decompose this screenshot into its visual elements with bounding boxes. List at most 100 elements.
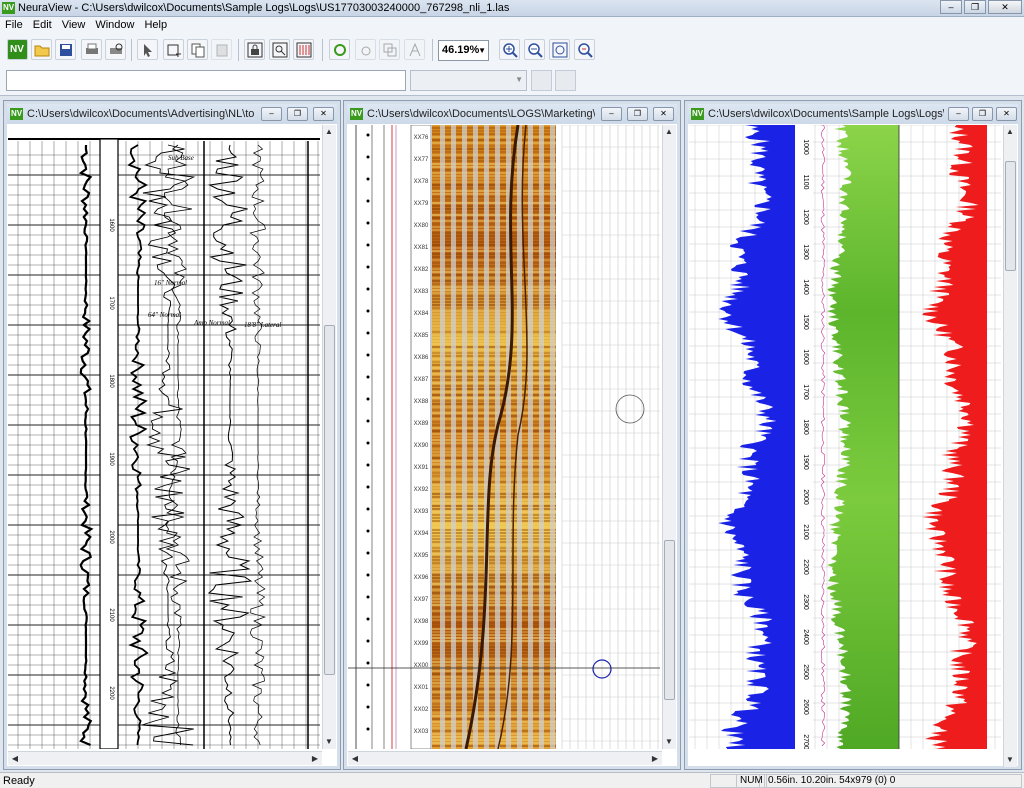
minimize-icon[interactable]: – (261, 107, 282, 121)
depth-label: 1900 (108, 452, 114, 466)
scroll-down-icon[interactable]: ▼ (663, 736, 675, 748)
window-caption: NV C:\Users\dwilcox\Documents\Sample Log… (688, 104, 1018, 124)
zoom-page-icon[interactable] (269, 39, 290, 60)
zoom-level-value: 46.19% (442, 44, 480, 56)
vertical-scrollbar[interactable]: ▲ ▼ (322, 125, 336, 749)
zoom-fit-icon[interactable] (549, 39, 570, 60)
dip-marker (366, 485, 370, 489)
depth-label: 2400 (802, 629, 809, 645)
track-tools-icon[interactable] (555, 70, 576, 91)
image-log-plot[interactable]: XX76 XX77 XX78 XX79 XX80 XX81 XX82 XX83 XX84 XX85… (348, 125, 660, 749)
copy-icon[interactable] (187, 39, 208, 60)
minimize-icon[interactable]: – (948, 107, 969, 121)
depth-label: 1300 (802, 244, 809, 260)
depth-label: 2500 (802, 664, 809, 680)
las-log-plot[interactable]: 1000 1100 1200 1300 1400 1500 1600 1700 1800 1900… (689, 125, 1001, 749)
track-selector-dropdown[interactable]: ▼ (410, 70, 527, 91)
close-icon[interactable]: ✕ (653, 107, 674, 121)
track-properties-icon[interactable] (531, 70, 552, 91)
horizontal-scrollbar[interactable]: ◀ ▶ (8, 751, 322, 765)
pointer-icon[interactable] (137, 39, 158, 60)
scroll-thumb[interactable] (1005, 161, 1016, 271)
scroll-thumb[interactable] (664, 540, 675, 700)
menu-view[interactable]: View (57, 17, 91, 31)
zoom-level-select[interactable]: 46.19% ▼ (438, 40, 489, 61)
pad-gap (550, 125, 555, 749)
scroll-left-icon[interactable]: ◀ (9, 753, 21, 765)
print-preview-icon[interactable] (105, 39, 126, 60)
minimize-icon[interactable]: – (601, 107, 622, 121)
vertical-scrollbar[interactable]: ▲ ▼ (662, 125, 676, 749)
restore-icon[interactable]: ❐ (287, 107, 308, 121)
dip-marker (366, 463, 370, 467)
depth-label: 1800 (108, 374, 114, 388)
menu-file[interactable]: File (0, 17, 28, 31)
dip-marker (366, 155, 370, 159)
overlay-icon[interactable] (379, 39, 400, 60)
window-title: C:\Users\dwilcox\Documents\Advertising\N… (27, 108, 255, 120)
scroll-right-icon[interactable]: ▶ (309, 753, 321, 765)
menu-window[interactable]: Window (90, 17, 139, 31)
pad-gap (528, 125, 533, 749)
curve-selector-input[interactable] (6, 70, 406, 91)
scroll-left-icon[interactable]: ◀ (349, 753, 361, 765)
vertical-scrollbar[interactable]: ▲ ▼ (1003, 125, 1017, 767)
depth-label: 2200 (802, 559, 809, 575)
restore-icon[interactable]: ❐ (964, 0, 986, 14)
restore-icon[interactable]: ❐ (972, 107, 993, 121)
minimize-icon[interactable]: – (940, 0, 962, 14)
rotate-icon[interactable] (355, 39, 376, 60)
depth-label: XX79 (414, 201, 429, 207)
scroll-down-icon[interactable]: ▼ (1004, 754, 1016, 766)
zoom-reset-icon[interactable] (574, 39, 595, 60)
dip-marker (366, 507, 370, 511)
scroll-down-icon[interactable]: ▼ (323, 736, 335, 748)
lock-icon[interactable] (244, 39, 265, 60)
well-icon[interactable] (404, 39, 425, 60)
close-icon[interactable]: ✕ (988, 0, 1022, 14)
zoom-in-icon[interactable] (499, 39, 520, 60)
horizontal-scrollbar[interactable]: ◀ ▶ (348, 751, 662, 765)
main-toolbar: NV (0, 34, 1024, 66)
restore-icon[interactable]: ❐ (627, 107, 648, 121)
print-icon[interactable] (81, 39, 102, 60)
depth-label: 2100 (802, 524, 809, 540)
curve-annotation: Sub Base (168, 154, 194, 162)
curve-annotation: 64" Normal (148, 311, 181, 319)
window-title: C:\Users\dwilcox\Documents\LOGS\Marketin… (367, 108, 595, 120)
close-icon[interactable]: ✕ (996, 107, 1017, 121)
depth-label: 2000 (108, 530, 114, 544)
new-nv-icon[interactable]: NV (7, 39, 28, 60)
chevron-down-icon: ▼ (478, 46, 486, 55)
app-logo-icon: NV (2, 2, 15, 14)
paste-icon[interactable] (211, 39, 232, 60)
dip-marker (366, 529, 370, 533)
dip-marker (366, 177, 370, 181)
open-folder-icon[interactable] (31, 39, 52, 60)
menu-help[interactable]: Help (139, 17, 172, 31)
close-icon[interactable]: ✕ (313, 107, 334, 121)
raster-log-plot[interactable]: Sub Base 16" Normal 64" Normal Amp Normal 18… (8, 125, 320, 749)
scroll-up-icon[interactable]: ▲ (663, 126, 675, 138)
depth-label: XX90 (414, 443, 429, 449)
depth-label: 2100 (108, 608, 114, 622)
menu-edit[interactable]: Edit (28, 17, 57, 31)
image-log-window[interactable]: NV C:\Users\dwilcox\Documents\LOGS\Marke… (343, 100, 681, 770)
scroll-right-icon[interactable]: ▶ (649, 753, 661, 765)
scroll-up-icon[interactable]: ▲ (1004, 126, 1016, 138)
select-region-icon[interactable] (163, 39, 184, 60)
refresh-icon[interactable] (329, 39, 350, 60)
depth-label: 2600 (802, 699, 809, 715)
zoom-out-icon[interactable] (524, 39, 545, 60)
dip-marker (366, 683, 370, 687)
window-logo-icon: NV (10, 108, 23, 120)
save-icon[interactable] (55, 39, 76, 60)
track-layout-icon[interactable] (293, 39, 314, 60)
raster-log-window[interactable]: NV C:\Users\dwilcox\Documents\Advertisin… (3, 100, 341, 770)
las-log-window[interactable]: NV C:\Users\dwilcox\Documents\Sample Log… (684, 100, 1022, 770)
scroll-thumb[interactable] (324, 325, 335, 675)
scroll-up-icon[interactable]: ▲ (323, 126, 335, 138)
depth-label: XX77 (414, 157, 429, 163)
image-log-canvas: XX76 XX77 XX78 XX79 XX80 XX81 XX82 XX83 XX84 XX85… (348, 125, 660, 749)
window-logo-icon: NV (691, 108, 704, 120)
